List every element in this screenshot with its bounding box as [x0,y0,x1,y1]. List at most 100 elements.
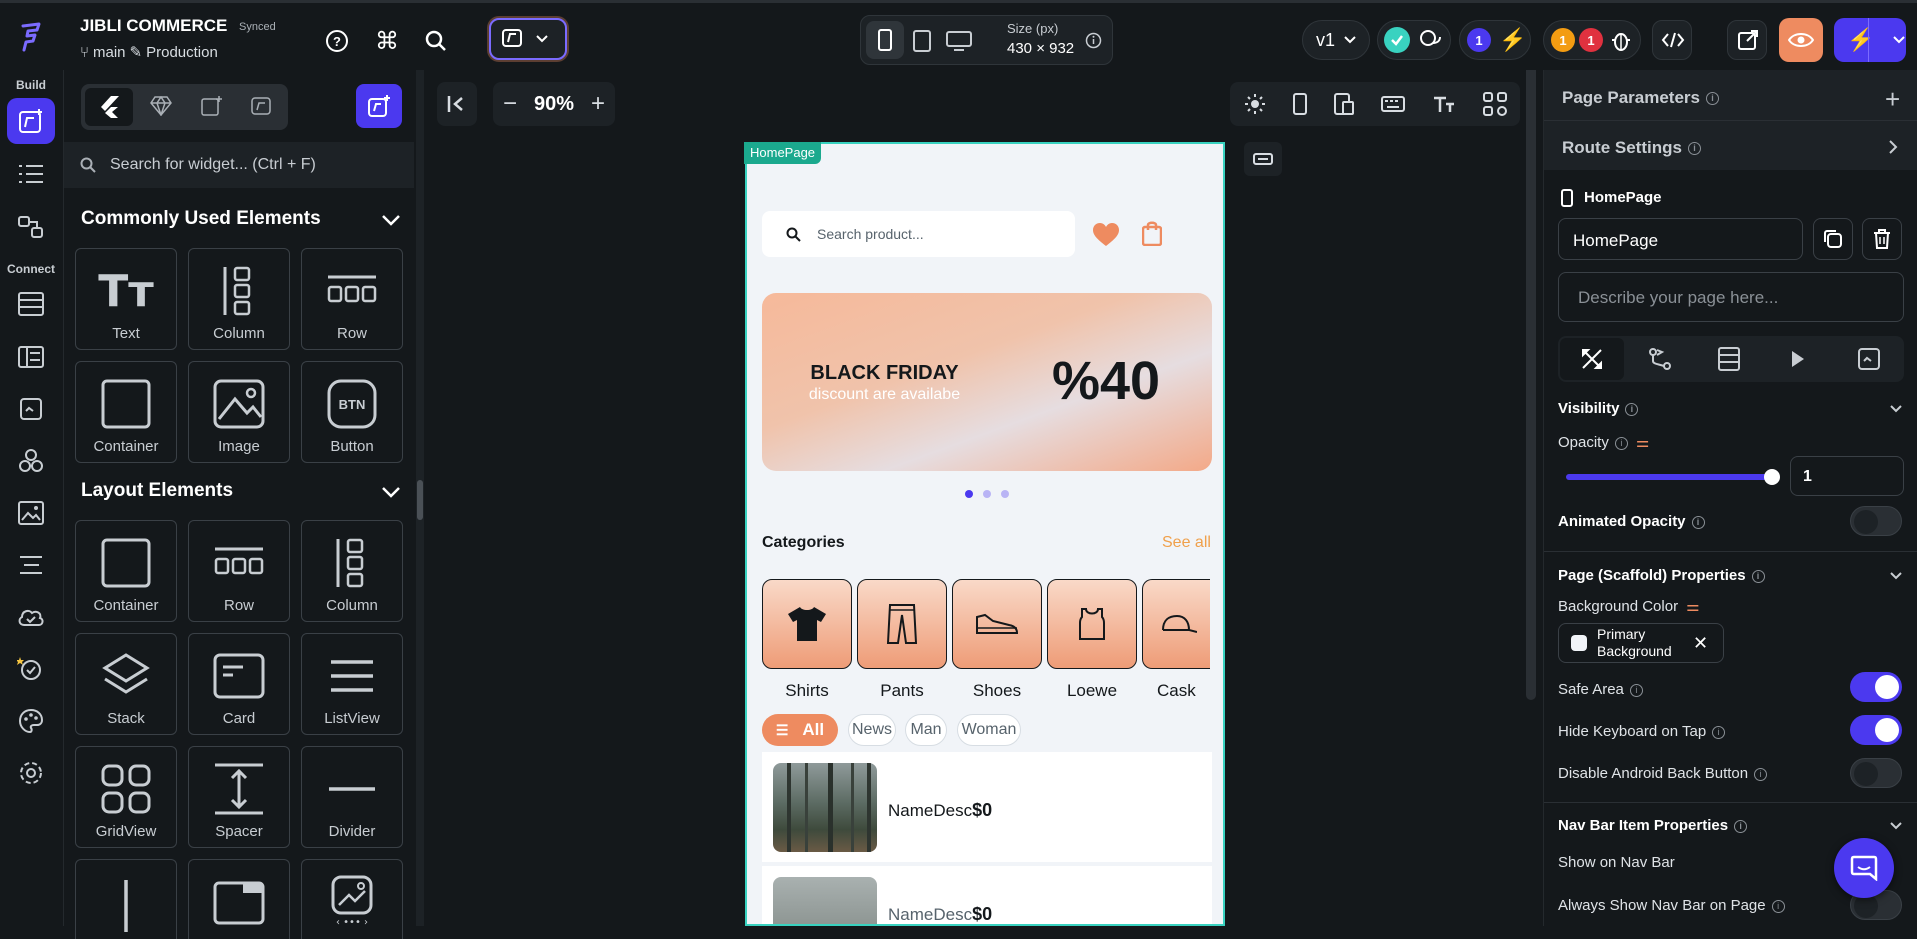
widget-tile-text[interactable]: Tт Text [75,248,177,350]
add-parameter-icon[interactable]: + [1885,84,1900,115]
promo-banner[interactable]: BLACK FRIDAY discount are availabe %40 [762,293,1212,471]
tablet-device-button[interactable] [913,30,931,52]
page-state-tab[interactable] [1858,347,1880,371]
custom-code-icon[interactable] [12,442,50,480]
theme-settings-icon[interactable] [12,702,50,740]
layout-settings-icon[interactable] [1482,92,1507,116]
project-name[interactable]: JIBLI COMMERCE [80,16,227,36]
settings-gear-icon[interactable] [12,754,50,792]
slider-thumb[interactable] [1764,469,1780,485]
media-assets-icon[interactable] [12,494,50,532]
widget-tile-row[interactable]: Row [188,520,290,622]
version-dropdown[interactable]: v1 [1302,20,1370,60]
chevron-down-icon[interactable] [381,214,401,226]
clear-color-icon[interactable]: ✕ [1693,633,1708,654]
carousel-dot[interactable] [1001,490,1009,498]
chevron-down-icon[interactable] [381,486,401,498]
backend-query-tab[interactable] [1718,347,1740,371]
widget-tile-vertical-divider[interactable] [75,859,177,939]
category-tile-cask[interactable] [1142,579,1210,669]
carousel-dot-active[interactable] [965,490,973,498]
chevron-down-icon[interactable] [1889,571,1903,581]
keyboard-toggle-button[interactable] [1244,142,1282,176]
collaboration-status[interactable] [1377,20,1451,60]
carousel-dot[interactable] [983,490,991,498]
duplicate-page-button[interactable] [1813,218,1853,260]
portrait-icon[interactable] [1292,93,1307,115]
open-external-button[interactable] [1727,20,1767,60]
animated-opacity-toggle[interactable] [1850,506,1902,536]
widget-tile-stack[interactable]: Stack [75,633,177,735]
zoom-in-button[interactable]: + [591,90,605,118]
product-search-field[interactable]: Search product... [762,211,1075,257]
filter-chip-man[interactable]: Man [905,714,947,746]
page-description-input[interactable]: Describe your page here... [1558,272,1904,322]
keyboard-icon[interactable] [1380,96,1405,112]
widget-tile-divider[interactable]: Divider [301,746,403,848]
page-name-input[interactable]: HomePage [1558,218,1803,260]
support-chat-button[interactable] [1834,838,1894,898]
widget-tile-listview[interactable]: ListView [301,633,403,735]
category-tile-loewe[interactable] [1047,579,1137,669]
animations-tab[interactable] [1790,349,1806,369]
category-tile-pants[interactable] [857,579,947,669]
widget-tile-card[interactable]: Card [188,633,290,735]
widget-tile-column[interactable]: Column [188,248,290,350]
chevron-down-icon[interactable] [1889,404,1903,414]
widget-tile-container[interactable]: Container [75,361,177,463]
run-button[interactable]: ⚡ [1834,18,1906,62]
command-icon[interactable]: ⌘ [371,25,403,57]
delete-page-button[interactable] [1862,218,1902,260]
custom-widgets-tab[interactable] [201,95,223,117]
desktop-device-button[interactable] [946,31,972,51]
product-list-item[interactable]: NameDesc$0 [762,866,1212,924]
widget-search-field[interactable]: Search for widget... (Ctrl + F) [64,142,414,188]
widget-tile-row[interactable]: Row [301,248,403,350]
widget-tile-column[interactable]: Column [301,520,403,622]
collapse-panel-button[interactable] [437,82,477,126]
opacity-slider[interactable] [1566,469,1780,485]
category-tile-shirts[interactable] [762,579,852,669]
app-state-icon[interactable] [12,390,50,428]
category-tile-shoes[interactable] [952,579,1042,669]
hide-keyboard-toggle[interactable] [1850,715,1902,745]
canvas-scrollbar[interactable] [1526,70,1536,700]
tests-icon[interactable] [12,650,50,688]
filter-chip-woman[interactable]: Woman [957,714,1021,746]
cloud-functions-icon[interactable] [12,598,50,636]
widget-tile-spacer[interactable]: Spacer [188,746,290,848]
widget-palette-dropdown[interactable] [489,18,567,60]
localization-icon[interactable] [12,546,50,584]
info-icon[interactable] [1085,32,1102,49]
flutter-widgets-tab[interactable] [85,88,133,126]
product-list-item[interactable]: NameDesc$0 [762,752,1212,862]
panel-scrollbar[interactable] [416,70,424,926]
light-mode-icon[interactable] [1244,93,1266,115]
widget-tile-image[interactable]: Image [188,361,290,463]
shopping-bag-icon[interactable] [1142,220,1162,246]
help-icon[interactable]: ? [321,25,353,57]
scrollbar-thumb[interactable] [417,480,423,520]
libraries-tab[interactable] [251,95,273,117]
chevron-right-icon[interactable] [1888,139,1898,155]
see-all-link[interactable]: See all [1162,534,1211,552]
properties-tab[interactable] [1560,338,1624,380]
storyboard-icon[interactable] [12,208,50,246]
search-icon[interactable] [420,25,452,57]
issues-status[interactable]: 1 1 [1543,20,1641,60]
filter-chip-all[interactable]: ☰ All [762,714,838,746]
widget-tile-tabbar[interactable] [188,859,290,939]
route-settings-heading[interactable]: Route Settings i [1562,138,1701,158]
zoom-level[interactable]: 90% [534,93,574,116]
preview-button[interactable] [1779,18,1823,62]
widget-tile-carousel[interactable]: ‹ ••• › [301,859,403,939]
safe-area-toggle[interactable] [1850,672,1902,702]
widget-tree-icon[interactable] [12,155,50,193]
components-tab[interactable] [150,96,172,116]
widget-tile-button[interactable]: BTN Button [301,361,403,463]
branch-info[interactable]: ⑂ main ✎ Production [80,43,218,62]
page-tag[interactable]: HomePage [744,142,822,164]
widget-palette-icon[interactable] [7,98,55,144]
zoom-out-button[interactable]: − [503,90,517,118]
disable-back-toggle[interactable] [1850,758,1902,788]
